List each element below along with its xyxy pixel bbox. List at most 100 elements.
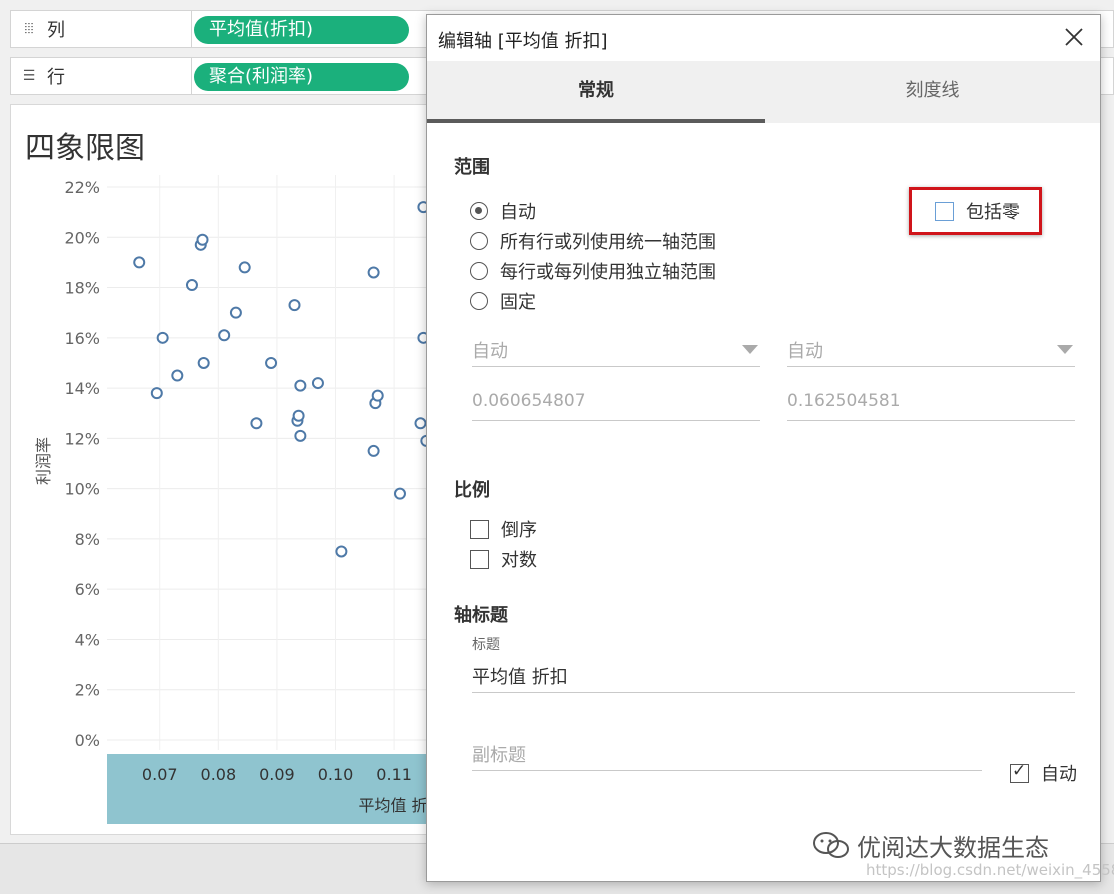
dropdown-arrow-icon bbox=[1057, 345, 1073, 354]
range-start-value: 0.060654807 bbox=[472, 391, 586, 411]
columns-label-text: 列 bbox=[47, 20, 65, 41]
auto-label: 自动 bbox=[1041, 764, 1077, 785]
y-tick-label: 8% bbox=[75, 530, 100, 549]
dialog-title: 编辑轴 [平均值 折扣] bbox=[438, 31, 608, 52]
axis-title-input[interactable]: 平均值 折扣 bbox=[472, 657, 1075, 693]
logarithmic-checkbox[interactable]: 对数 bbox=[470, 547, 537, 571]
radio-label: 自动 bbox=[500, 202, 536, 223]
scatter-point bbox=[229, 306, 242, 319]
y-tick-label: 10% bbox=[64, 480, 100, 499]
subtitle-auto-checkbox[interactable]: 自动 bbox=[1010, 761, 1077, 785]
subtitle-input[interactable]: 副标题 bbox=[472, 735, 982, 771]
y-tick-label: 22% bbox=[64, 178, 100, 197]
scatter-point bbox=[294, 379, 307, 392]
radio-button[interactable] bbox=[470, 292, 488, 310]
x-tick-label: 0.09 bbox=[259, 765, 295, 784]
range-end-mode: 自动 bbox=[787, 341, 823, 362]
scatter-point bbox=[311, 377, 324, 390]
checkbox[interactable] bbox=[935, 201, 954, 221]
scatter-point bbox=[367, 266, 380, 279]
scatter-point bbox=[393, 487, 406, 500]
scatter-point bbox=[367, 444, 380, 457]
scatter-point bbox=[294, 429, 307, 442]
x-tick-label: 0.10 bbox=[318, 765, 354, 784]
scatter-point bbox=[265, 356, 278, 369]
checkbox[interactable] bbox=[470, 519, 489, 539]
scatter-point bbox=[218, 329, 231, 342]
scatter-point bbox=[197, 356, 210, 369]
scale-heading: 比例 bbox=[454, 480, 490, 501]
y-tick-label: 16% bbox=[64, 329, 100, 348]
watermark: 优阅达大数据生态 bbox=[811, 826, 1101, 864]
range-end-input[interactable]: 0.162504581 bbox=[787, 385, 1075, 421]
y-axis-label: 利润率 bbox=[34, 437, 53, 485]
x-tick-label: 0.08 bbox=[201, 765, 237, 784]
axis-title-heading: 轴标题 bbox=[454, 605, 508, 626]
radio-independent-range[interactable]: 每行或每列使用独立轴范围 bbox=[470, 259, 716, 283]
title-field-label: 标题 bbox=[472, 637, 500, 653]
reversed-label: 倒序 bbox=[501, 520, 537, 541]
reversed-checkbox[interactable]: 倒序 bbox=[470, 517, 537, 541]
scatter-point bbox=[150, 387, 163, 400]
wechat-icon bbox=[813, 832, 849, 858]
watermark-text: 优阅达大数据生态 bbox=[857, 833, 1049, 862]
close-icon[interactable] bbox=[1062, 25, 1086, 49]
range-start-mode: 自动 bbox=[472, 341, 508, 362]
scatter-point bbox=[185, 279, 198, 292]
radio-fixed[interactable]: 固定 bbox=[470, 289, 536, 313]
rows-label-text: 行 bbox=[47, 67, 65, 88]
include-zero-checkbox[interactable]: 包括零 bbox=[935, 199, 1020, 223]
radio-button[interactable] bbox=[470, 262, 488, 280]
radio-uniform-range[interactable]: 所有行或列使用统一轴范围 bbox=[470, 229, 716, 253]
x-tick-label: 0.07 bbox=[142, 765, 178, 784]
url-watermark: https://blog.csdn.net/weixin_4558839 bbox=[866, 861, 1114, 879]
x-tick-label: 0.11 bbox=[376, 765, 412, 784]
y-tick-label: 18% bbox=[64, 279, 100, 298]
tab-general[interactable]: 常规 bbox=[427, 61, 765, 123]
y-tick-label: 6% bbox=[75, 580, 100, 599]
tab-bar: 常规 刻度线 bbox=[427, 61, 1100, 123]
subtitle-placeholder: 副标题 bbox=[472, 745, 526, 766]
scatter-point bbox=[288, 299, 301, 312]
columns-pill[interactable]: 平均值(折扣) bbox=[194, 16, 409, 44]
worksheet: 四象限图 0% 2% 4% 6% 8% 10% 12% 14% 16% 18% 20% 22% 0.07… bbox=[10, 104, 440, 835]
edit-axis-dialog: 编辑轴 [平均值 折扣] 常规 刻度线 范围 自动 所有行或列使用统一轴范围 每… bbox=[426, 14, 1101, 882]
y-tick-label: 2% bbox=[75, 681, 100, 700]
range-end-value: 0.162504581 bbox=[787, 391, 901, 411]
axis-title-value: 平均值 折扣 bbox=[472, 667, 568, 688]
radio-label: 每行或每列使用独立轴范围 bbox=[500, 262, 716, 283]
scatter-point bbox=[371, 389, 384, 402]
range-heading: 范围 bbox=[454, 157, 490, 178]
columns-icon: ⦙⦙⦙ bbox=[24, 21, 34, 37]
checkbox-checked[interactable] bbox=[1010, 761, 1029, 783]
radio-label: 所有行或列使用统一轴范围 bbox=[500, 232, 716, 253]
tab-tick-marks[interactable]: 刻度线 bbox=[765, 61, 1100, 123]
radio-button-selected[interactable] bbox=[470, 202, 488, 220]
range-start-input[interactable]: 0.060654807 bbox=[472, 385, 760, 421]
scatter-point bbox=[171, 369, 184, 382]
checkbox[interactable] bbox=[470, 549, 489, 569]
scatter-point bbox=[156, 331, 169, 344]
scatter-point bbox=[250, 417, 263, 430]
rows-icon: ☰ bbox=[22, 68, 36, 84]
scatter-chart: 0% 2% 4% 6% 8% 10% 12% 14% 16% 18% 20% 22% 0.07 0.08 0… bbox=[34, 175, 439, 824]
scatter-point bbox=[133, 256, 146, 269]
logarithmic-label: 对数 bbox=[501, 550, 537, 571]
dropdown-arrow-icon bbox=[742, 345, 758, 354]
radio-automatic[interactable]: 自动 bbox=[470, 199, 536, 223]
range-start-dropdown[interactable]: 自动 bbox=[472, 331, 760, 367]
scatter-point bbox=[238, 261, 251, 274]
include-zero-label: 包括零 bbox=[966, 202, 1020, 223]
radio-label: 固定 bbox=[500, 292, 536, 313]
range-end-dropdown[interactable]: 自动 bbox=[787, 331, 1075, 367]
rows-pill[interactable]: 聚合(利润率) bbox=[194, 63, 409, 91]
scatter-point bbox=[196, 233, 209, 246]
scatter-point bbox=[335, 545, 348, 558]
scatter-point bbox=[292, 409, 305, 422]
radio-button[interactable] bbox=[470, 232, 488, 250]
y-tick-label: 20% bbox=[64, 228, 100, 247]
y-tick-label: 14% bbox=[64, 379, 100, 398]
scatter-point bbox=[414, 417, 427, 430]
rows-shelf-label: ☰ 行 bbox=[11, 58, 192, 94]
y-tick-label: 12% bbox=[64, 429, 100, 448]
